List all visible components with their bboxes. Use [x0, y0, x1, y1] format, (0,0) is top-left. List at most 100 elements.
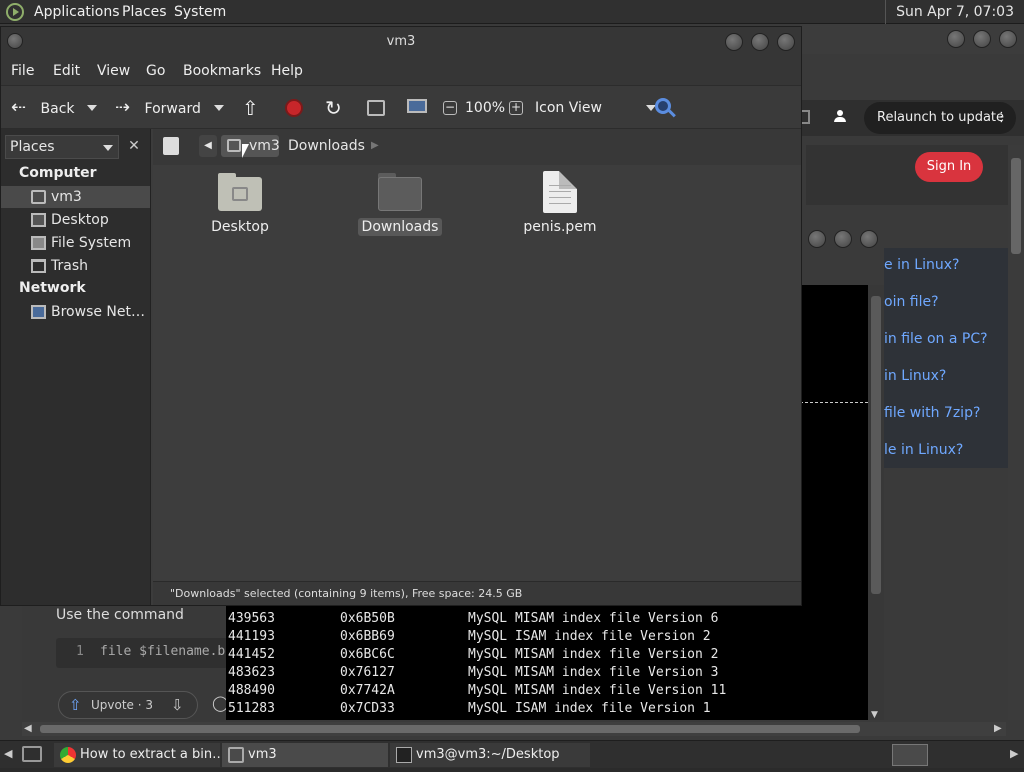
forward-history-dropdown[interactable] — [214, 86, 224, 130]
taskbar-right-arrow-icon[interactable]: ▶ — [1010, 747, 1018, 760]
row-hex: 0x7742A — [340, 683, 395, 698]
related-link[interactable]: le in Linux? — [884, 442, 963, 458]
clock[interactable]: Sun Apr 7, 07:03 — [885, 0, 1024, 24]
home-icon[interactable] — [367, 100, 385, 116]
terminal-scrollbar-thumb[interactable] — [871, 296, 881, 594]
window-menu-icon[interactable] — [7, 33, 23, 49]
menu-help[interactable]: Help — [271, 57, 303, 85]
location-pathbar: ◀ vm3 Downloads ▶ — [153, 129, 801, 165]
browser-titlebar — [800, 24, 1024, 54]
related-link[interactable]: in Linux? — [884, 368, 946, 384]
task-label: vm3@vm3:~/Desktop — [416, 747, 560, 762]
applications-menu[interactable]: Applications — [34, 0, 120, 24]
sidebar-item-vm3[interactable]: vm3 — [1, 186, 150, 208]
bottom-taskbar: ◀ How to extract a bin… vm3 vm3@vm3:~/De… — [0, 740, 1024, 768]
up-arrow-icon[interactable]: ⇧ — [242, 86, 259, 130]
close-button[interactable] — [860, 230, 878, 248]
browser-scrollbar-thumb[interactable] — [1011, 158, 1021, 254]
row-description: MySQL MISAM index file Version 6 — [468, 611, 719, 626]
file-item-desktop[interactable]: Desktop — [175, 173, 305, 235]
relaunch-label: Relaunch to update — [877, 110, 1005, 125]
edit-location-icon[interactable] — [163, 137, 179, 155]
path-right-arrow-icon[interactable]: ▶ — [371, 135, 385, 157]
upvote-button[interactable]: ⇧ Upvote · 3 ⇩ — [58, 691, 198, 719]
menu-go[interactable]: Go — [146, 57, 165, 85]
path-left-arrow-icon[interactable]: ◀ — [199, 135, 217, 157]
maximize-button[interactable] — [834, 230, 852, 248]
task-file-manager[interactable]: vm3 — [222, 743, 388, 767]
back-history-dropdown[interactable] — [87, 86, 97, 130]
sidebar-item-trash[interactable]: Trash — [1, 255, 150, 277]
task-label: How to extract a bin… — [80, 747, 220, 762]
minimize-button[interactable] — [947, 30, 965, 48]
sidebar-item-desktop[interactable]: Desktop — [1, 209, 150, 231]
maximize-button[interactable] — [973, 30, 991, 48]
maximize-button[interactable] — [751, 33, 769, 51]
system-menu[interactable]: System — [174, 0, 226, 24]
minimize-button[interactable] — [808, 230, 826, 248]
menu-bookmarks[interactable]: Bookmarks — [183, 57, 261, 85]
terminal-icon — [396, 747, 412, 763]
menu-file[interactable]: File — [11, 57, 34, 85]
view-mode-select[interactable]: Icon View — [535, 86, 657, 130]
sidebar-item-file-system[interactable]: File System — [1, 232, 150, 254]
terminal-row: 441193 0x6BB69 MySQL ISAM index file Ver… — [228, 628, 868, 646]
row-description: MySQL MISAM index file Version 3 — [468, 665, 719, 680]
task-browser[interactable]: How to extract a bin… — [54, 743, 220, 767]
zoom-out-icon[interactable]: − — [443, 101, 457, 115]
file-view[interactable]: Desktop Downloads penis.pem — [153, 165, 801, 581]
task-terminal[interactable]: vm3@vm3:~/Desktop — [390, 743, 590, 767]
workspace-switcher[interactable] — [892, 744, 928, 766]
scroll-left-icon[interactable]: ◀ — [24, 723, 32, 734]
terminal-row: 488490 0x7742A MySQL MISAM index file Ve… — [228, 682, 868, 700]
related-link[interactable]: in file on a PC? — [884, 331, 988, 347]
path-button-downloads[interactable]: Downloads — [283, 135, 365, 157]
chrome-icon — [60, 747, 76, 763]
zoom-in-icon[interactable]: + — [509, 101, 523, 115]
path-label: Downloads — [288, 138, 365, 154]
zoom-level: 100% — [465, 100, 506, 116]
downvote-arrow-icon[interactable]: ⇩ — [171, 692, 184, 718]
show-desktop-icon[interactable] — [22, 746, 42, 762]
relaunch-button[interactable]: Relaunch to update ⋮ — [864, 102, 1016, 134]
sidebar-type-select[interactable]: Places — [5, 135, 119, 159]
related-link[interactable]: oin file? — [884, 294, 939, 310]
scroll-right-icon[interactable]: ▶ — [994, 723, 1002, 734]
horizontal-scrollbar-thumb[interactable] — [40, 725, 860, 733]
related-link[interactable]: e in Linux? — [884, 257, 959, 273]
stop-icon[interactable] — [285, 99, 303, 117]
terminal-titlebar — [800, 225, 884, 285]
sign-in-button[interactable]: Sign In — [915, 152, 983, 182]
minimize-button[interactable] — [725, 33, 743, 51]
upvote-arrow-icon: ⇧ — [69, 696, 82, 714]
distro-logo-icon[interactable] — [6, 3, 24, 21]
close-button[interactable] — [999, 30, 1017, 48]
task-label: vm3 — [248, 747, 277, 762]
code-block: 1 file $filename.b — [56, 638, 228, 668]
scroll-down-icon[interactable]: ▼ — [871, 710, 878, 720]
computer-icon[interactable] — [407, 99, 427, 113]
code-line-number: 1 — [76, 644, 84, 659]
related-link[interactable]: file with 7zip? — [884, 405, 980, 421]
profile-icon[interactable] — [834, 110, 846, 122]
desktop-icon — [31, 213, 46, 227]
close-sidebar-icon[interactable]: ✕ — [123, 135, 145, 159]
file-item-pem[interactable]: penis.pem — [495, 171, 625, 235]
more-menu-icon[interactable]: ⋮ — [995, 102, 1008, 134]
sidebar-item-browse-network[interactable]: Browse Net… — [1, 301, 150, 323]
window-title: vm3 — [386, 34, 416, 49]
forward-button[interactable]: ⇢ Forward — [115, 86, 201, 131]
comment-icon[interactable]: ◯ — [212, 694, 229, 714]
taskbar-left-arrow-icon[interactable]: ◀ — [4, 747, 12, 760]
path-button-vm3[interactable]: vm3 — [221, 135, 280, 157]
window-titlebar[interactable]: vm3 — [1, 27, 801, 57]
back-button[interactable]: ⇠ Back — [11, 86, 75, 131]
reload-icon[interactable]: ↻ — [325, 86, 342, 130]
places-menu[interactable]: Places — [122, 0, 167, 24]
top-panel: Applications Places System Sun Apr 7, 07… — [0, 0, 1024, 24]
view-mode-label: Icon View — [535, 100, 602, 116]
menu-edit[interactable]: Edit — [53, 57, 80, 85]
close-button[interactable] — [777, 33, 795, 51]
menu-view[interactable]: View — [97, 57, 130, 85]
file-item-downloads[interactable]: Downloads — [335, 173, 465, 236]
